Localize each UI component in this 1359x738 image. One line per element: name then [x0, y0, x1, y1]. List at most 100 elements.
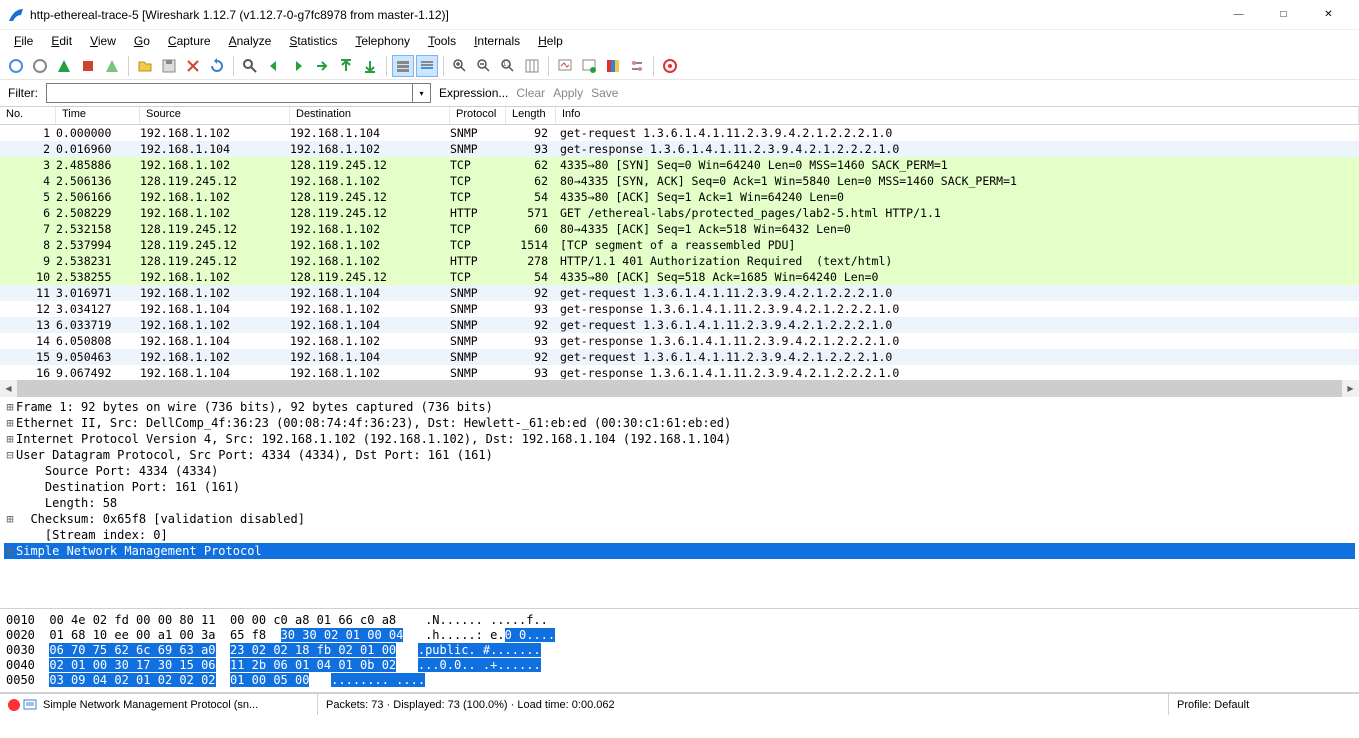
hex-row[interactable]: 0020 01 68 10 ee 00 a1 00 3a 65 f8 30 30…: [6, 628, 1353, 643]
table-row[interactable]: 82.537994128.119.245.12192.168.1.102TCP1…: [0, 237, 1359, 253]
menu-tools[interactable]: Tools: [420, 32, 464, 50]
clear-button[interactable]: Clear: [516, 86, 545, 100]
filter-label: Filter:: [8, 86, 38, 100]
menu-statistics[interactable]: Statistics: [281, 32, 345, 50]
table-row[interactable]: 123.034127192.168.1.104192.168.1.102SNMP…: [0, 301, 1359, 317]
menubar: FileEditViewGoCaptureAnalyzeStatisticsTe…: [0, 30, 1359, 52]
tree-item[interactable]: ⊞Frame 1: 92 bytes on wire (736 bits), 9…: [4, 399, 1355, 415]
save-icon[interactable]: [158, 55, 180, 77]
table-row[interactable]: 113.016971192.168.1.102192.168.1.104SNMP…: [0, 285, 1359, 301]
open-icon[interactable]: [134, 55, 156, 77]
reload-icon[interactable]: [206, 55, 228, 77]
table-row[interactable]: 42.506136128.119.245.12192.168.1.102TCP6…: [0, 173, 1359, 189]
status-profile[interactable]: Profile: Default: [1169, 694, 1359, 715]
stop-capture-icon[interactable]: [77, 55, 99, 77]
table-row[interactable]: 10.000000192.168.1.102192.168.1.104SNMP9…: [0, 125, 1359, 141]
tree-item[interactable]: [Stream index: 0]: [4, 527, 1355, 543]
status-packets: Packets: 73 · Displayed: 73 (100.0%) · L…: [318, 694, 1169, 715]
packet-bytes[interactable]: 0010 00 4e 02 fd 00 00 80 11 00 00 c0 a8…: [0, 609, 1359, 693]
wireshark-icon: [8, 7, 24, 23]
col-destination[interactable]: Destination: [290, 107, 450, 124]
table-row[interactable]: 72.532158128.119.245.12192.168.1.102TCP6…: [0, 221, 1359, 237]
go-forward-icon[interactable]: [287, 55, 309, 77]
close-button[interactable]: ✕: [1306, 1, 1351, 29]
packet-details[interactable]: ⊞Frame 1: 92 bytes on wire (736 bits), 9…: [0, 397, 1359, 609]
start-capture-icon[interactable]: [53, 55, 75, 77]
preferences-icon[interactable]: [626, 55, 648, 77]
hex-row[interactable]: 0050 03 09 04 02 01 02 02 02 01 00 05 00…: [6, 673, 1353, 688]
menu-edit[interactable]: Edit: [43, 32, 80, 50]
filter-dropdown-icon[interactable]: ▾: [413, 83, 431, 103]
tree-item[interactable]: ⊞Internet Protocol Version 4, Src: 192.1…: [4, 431, 1355, 447]
colorize-icon[interactable]: [392, 55, 414, 77]
table-row[interactable]: 102.538255192.168.1.102128.119.245.12TCP…: [0, 269, 1359, 285]
expert-info-icon[interactable]: [8, 699, 20, 711]
tree-item[interactable]: ⊞Ethernet II, Src: DellComp_4f:36:23 (00…: [4, 415, 1355, 431]
table-row[interactable]: 146.050808192.168.1.104192.168.1.102SNMP…: [0, 333, 1359, 349]
menu-capture[interactable]: Capture: [160, 32, 219, 50]
maximize-button[interactable]: □: [1261, 1, 1306, 29]
restart-capture-icon[interactable]: [101, 55, 123, 77]
apply-button[interactable]: Apply: [553, 86, 583, 100]
col-no[interactable]: No.: [0, 107, 56, 124]
coloring-rules-icon[interactable]: [602, 55, 624, 77]
help-icon[interactable]: [659, 55, 681, 77]
col-length[interactable]: Length: [506, 107, 556, 124]
annotation-icon[interactable]: [23, 698, 37, 712]
go-back-icon[interactable]: [263, 55, 285, 77]
tree-item[interactable]: ⊞Simple Network Management Protocol: [4, 543, 1355, 559]
table-row[interactable]: 159.050463192.168.1.102192.168.1.104SNMP…: [0, 349, 1359, 365]
expression-button[interactable]: Expression...: [439, 86, 508, 100]
filterbar: Filter: ▾ Expression... Clear Apply Save: [0, 80, 1359, 106]
go-to-icon[interactable]: [311, 55, 333, 77]
table-row[interactable]: 136.033719192.168.1.102192.168.1.104SNMP…: [0, 317, 1359, 333]
go-first-icon[interactable]: [335, 55, 357, 77]
tree-item[interactable]: ⊟User Datagram Protocol, Src Port: 4334 …: [4, 447, 1355, 463]
col-time[interactable]: Time: [56, 107, 140, 124]
table-row[interactable]: 169.067492192.168.1.104192.168.1.102SNMP…: [0, 365, 1359, 379]
close-file-icon[interactable]: [182, 55, 204, 77]
table-row[interactable]: 20.016960192.168.1.104192.168.1.102SNMP9…: [0, 141, 1359, 157]
col-source[interactable]: Source: [140, 107, 290, 124]
menu-internals[interactable]: Internals: [466, 32, 528, 50]
tree-item[interactable]: Length: 58: [4, 495, 1355, 511]
hex-row[interactable]: 0040 02 01 00 30 17 30 15 06 11 2b 06 01…: [6, 658, 1353, 673]
table-row[interactable]: 52.506166192.168.1.102128.119.245.12TCP5…: [0, 189, 1359, 205]
capture-filters-icon[interactable]: [554, 55, 576, 77]
table-row[interactable]: 92.538231128.119.245.12192.168.1.102HTTP…: [0, 253, 1359, 269]
packet-list[interactable]: No. Time Source Destination Protocol Len…: [0, 106, 1359, 380]
go-last-icon[interactable]: [359, 55, 381, 77]
scroll-left-icon[interactable]: ◀: [0, 380, 17, 397]
options-icon[interactable]: [29, 55, 51, 77]
menu-go[interactable]: Go: [126, 32, 158, 50]
find-icon[interactable]: [239, 55, 261, 77]
auto-scroll-icon[interactable]: [416, 55, 438, 77]
packet-list-header[interactable]: No. Time Source Destination Protocol Len…: [0, 107, 1359, 125]
zoom-out-icon[interactable]: [473, 55, 495, 77]
interfaces-icon[interactable]: [5, 55, 27, 77]
menu-view[interactable]: View: [82, 32, 124, 50]
tree-item[interactable]: Source Port: 4334 (4334): [4, 463, 1355, 479]
col-protocol[interactable]: Protocol: [450, 107, 506, 124]
minimize-button[interactable]: —: [1216, 1, 1261, 29]
resize-columns-icon[interactable]: [521, 55, 543, 77]
menu-analyze[interactable]: Analyze: [221, 32, 280, 50]
tree-item[interactable]: Destination Port: 161 (161): [4, 479, 1355, 495]
menu-telephony[interactable]: Telephony: [347, 32, 418, 50]
scroll-right-icon[interactable]: ▶: [1342, 380, 1359, 397]
save-button[interactable]: Save: [591, 86, 618, 100]
packet-hscroll[interactable]: ◀ ▶: [0, 380, 1359, 397]
zoom-in-icon[interactable]: [449, 55, 471, 77]
menu-file[interactable]: File: [6, 32, 41, 50]
hex-row[interactable]: 0030 06 70 75 62 6c 69 63 a0 23 02 02 18…: [6, 643, 1353, 658]
hex-row[interactable]: 0010 00 4e 02 fd 00 00 80 11 00 00 c0 a8…: [6, 613, 1353, 628]
zoom-100-icon[interactable]: 1:1: [497, 55, 519, 77]
col-info[interactable]: Info: [556, 107, 1359, 124]
tree-item[interactable]: ⊞ Checksum: 0x65f8 [validation disabled]: [4, 511, 1355, 527]
table-row[interactable]: 62.508229192.168.1.102128.119.245.12HTTP…: [0, 205, 1359, 221]
filter-input[interactable]: [46, 83, 413, 103]
svg-text:1:1: 1:1: [503, 62, 512, 68]
display-filters-icon[interactable]: [578, 55, 600, 77]
table-row[interactable]: 32.485886192.168.1.102128.119.245.12TCP6…: [0, 157, 1359, 173]
menu-help[interactable]: Help: [530, 32, 571, 50]
